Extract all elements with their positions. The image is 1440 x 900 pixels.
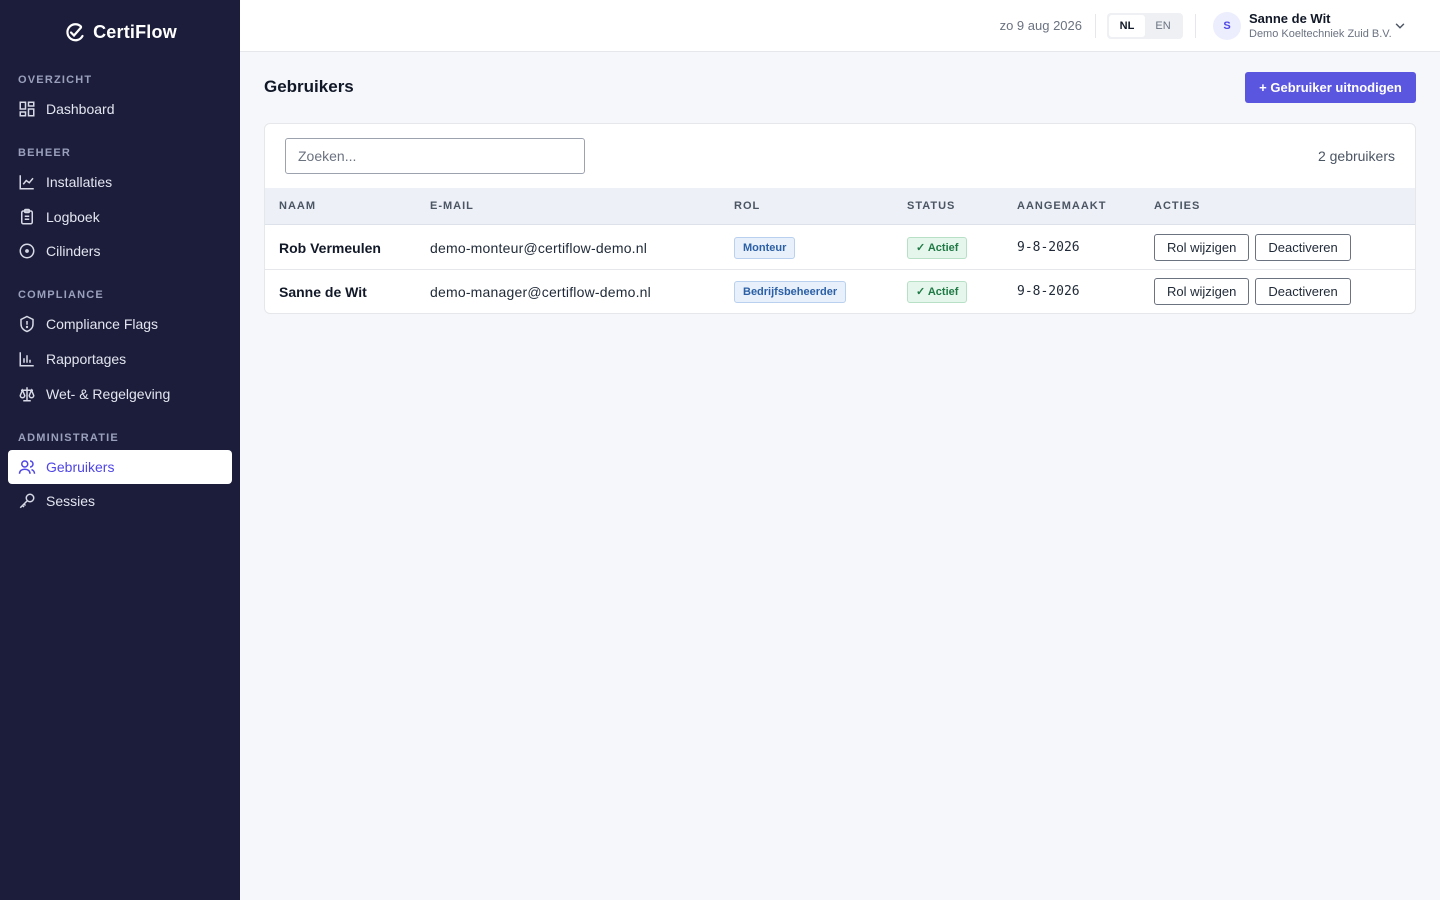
change-role-button[interactable]: Rol wijzigen — [1154, 234, 1250, 261]
created-date-cell: 9-8-2026 — [1017, 240, 1080, 255]
actions-cell: Rol wijzigen Deactiveren — [1154, 226, 1357, 269]
sidebar-item-cilinders[interactable]: Cilinders — [8, 234, 232, 268]
language-option-nl[interactable]: NL — [1109, 15, 1145, 37]
sidebar-item-label: Gebruikers — [46, 459, 115, 475]
app-name: CertiFlow — [93, 21, 177, 42]
nav-section-administratie: ADMINISTRATIE — [18, 432, 119, 444]
role-badge: Monteur — [734, 236, 796, 259]
topbar: zo 9 aug 2026 NL EN S Sanne de Wit Demo … — [240, 0, 1440, 52]
sidebar-item-label: Cilinders — [46, 243, 101, 259]
page-title: Gebruikers — [264, 77, 354, 96]
users-icon — [18, 460, 36, 474]
scale-icon — [19, 387, 35, 402]
shield-icon — [20, 315, 34, 333]
user-email-cell: demo-monteur@certiflow-demo.nl — [430, 239, 648, 256]
sidebar-item-wet-regelgeving[interactable]: Wet- & Regelgeving — [8, 377, 232, 411]
logo[interactable]: CertiFlow — [0, 0, 240, 64]
divider — [1195, 14, 1196, 38]
column-header-acties: ACTIES — [1154, 200, 1201, 212]
search-input[interactable] — [285, 138, 585, 174]
user-organization: Demo Koeltechniek Zuid B.V. — [1249, 28, 1392, 40]
key-icon — [19, 493, 35, 509]
dashboard-icon — [19, 101, 35, 117]
role-cell: Monteur — [734, 226, 796, 269]
sidebar-item-label: Installaties — [46, 174, 113, 190]
avatar[interactable]: S — [1213, 12, 1241, 40]
user-name-cell: Rob Vermeulen — [279, 239, 381, 256]
sidebar-item-logboek[interactable]: Logboek — [8, 200, 232, 234]
users-card: 2 gebruikers NAAM E-MAIL ROL STATUS AANG… — [264, 123, 1416, 314]
sidebar-item-sessies[interactable]: Sessies — [8, 484, 232, 518]
status-cell: ✓ Actief — [907, 270, 968, 313]
sidebar-item-dashboard[interactable]: Dashboard — [8, 92, 232, 126]
nav-section-compliance: COMPLIANCE — [18, 289, 104, 301]
certiflow-logo-icon — [66, 23, 84, 42]
user-name[interactable]: Sanne de Wit — [1249, 11, 1331, 26]
role-badge: Bedrijfsbeheerder — [734, 280, 847, 303]
actions-cell: Rol wijzigen Deactiveren — [1154, 270, 1357, 313]
chart-area-icon — [19, 175, 34, 190]
bar-chart-icon — [19, 352, 34, 367]
circle-dot-icon — [19, 243, 35, 259]
invite-user-button[interactable]: + Gebruiker uitnodigen — [1245, 72, 1416, 103]
change-role-button[interactable]: Rol wijzigen — [1154, 278, 1250, 305]
sidebar-item-label: Logboek — [46, 209, 100, 225]
sidebar-item-label: Compliance Flags — [46, 316, 159, 332]
table-header: NAAM E-MAIL ROL STATUS AANGEMAAKT ACTIES — [265, 188, 1415, 225]
user-name-cell: Sanne de Wit — [279, 283, 367, 300]
clipboard-icon — [21, 208, 33, 225]
deactivate-button[interactable]: Deactiveren — [1255, 278, 1351, 305]
status-badge: ✓ Actief — [907, 280, 968, 303]
column-header-naam[interactable]: NAAM — [279, 200, 316, 212]
column-header-rol[interactable]: ROL — [734, 200, 760, 212]
language-switch: NL EN — [1107, 13, 1183, 39]
sidebar-item-label: Sessies — [46, 493, 96, 509]
sidebar-item-label: Rapportages — [46, 351, 127, 367]
user-email-cell: demo-manager@certiflow-demo.nl — [430, 283, 651, 300]
deactivate-button[interactable]: Deactiveren — [1255, 234, 1351, 261]
sidebar-item-label: Wet- & Regelgeving — [46, 386, 171, 402]
status-badge: ✓ Actief — [907, 236, 968, 259]
chevron-down-icon[interactable] — [1393, 19, 1407, 33]
status-cell: ✓ Actief — [907, 226, 968, 269]
table-row: Sanne de Wit demo-manager@certiflow-demo… — [265, 270, 1415, 313]
role-cell: Bedrijfsbeheerder — [734, 270, 847, 313]
column-header-aangemaakt[interactable]: AANGEMAAKT — [1017, 200, 1106, 212]
sidebar: CertiFlow OVERZICHT Dashboard BEHEER Ins… — [0, 0, 240, 900]
sidebar-item-gebruikers[interactable]: Gebruikers — [8, 450, 232, 484]
column-header-status[interactable]: STATUS — [907, 200, 955, 212]
created-date-cell: 9-8-2026 — [1017, 284, 1080, 299]
sidebar-item-label: Dashboard — [46, 101, 115, 117]
nav-section-beheer: BEHEER — [18, 147, 72, 159]
current-date: zo 9 aug 2026 — [999, 18, 1082, 33]
nav-section-overzicht: OVERZICHT — [18, 74, 93, 86]
sidebar-item-installaties[interactable]: Installaties — [8, 165, 232, 199]
user-count: 2 gebruikers — [1317, 148, 1395, 164]
sidebar-item-rapportages[interactable]: Rapportages — [8, 342, 232, 376]
language-option-en[interactable]: EN — [1145, 15, 1181, 37]
sidebar-item-compliance-flags[interactable]: Compliance Flags — [8, 307, 232, 341]
divider — [1095, 14, 1096, 38]
column-header-email[interactable]: E-MAIL — [430, 200, 474, 212]
table-row: Rob Vermeulen demo-monteur@certiflow-dem… — [265, 226, 1415, 270]
